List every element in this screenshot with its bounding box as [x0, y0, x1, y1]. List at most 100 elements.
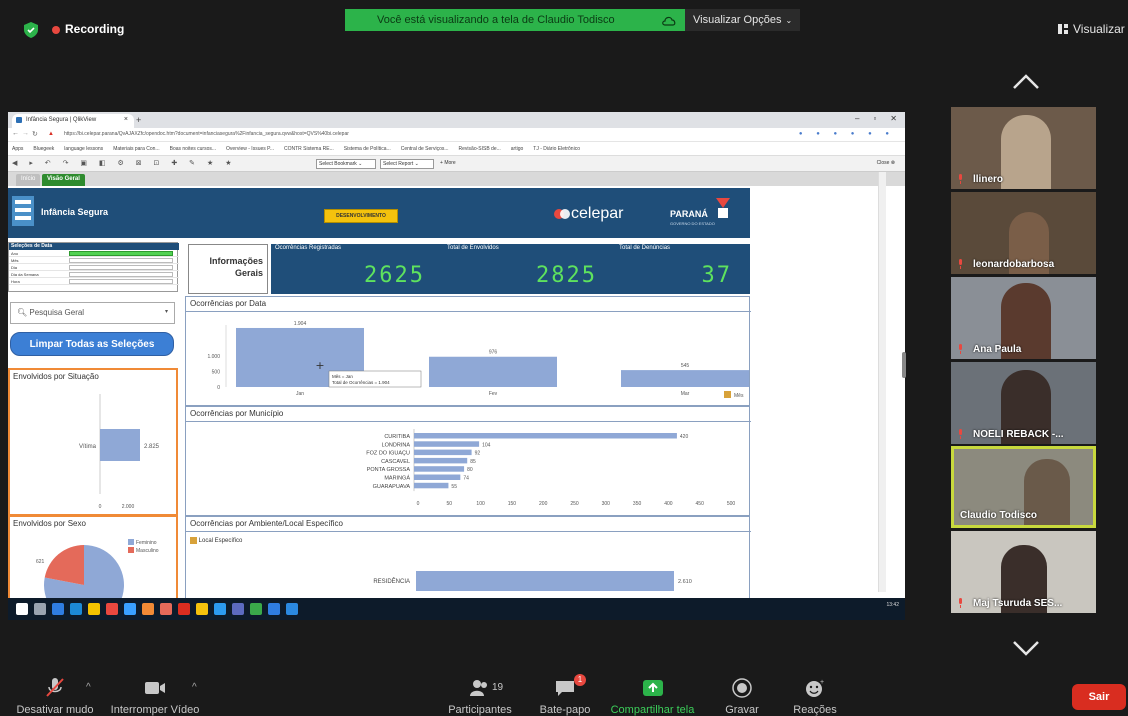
selection-cell[interactable] [69, 258, 173, 263]
stop-video-button[interactable]: Interromper Vídeo [105, 662, 205, 716]
reactions-button[interactable]: + Reações [785, 662, 845, 716]
taskbar-app-icon[interactable] [52, 603, 64, 615]
taskbar-app-icon[interactable] [196, 603, 208, 615]
data-label: 74 [463, 476, 469, 482]
selection-row[interactable]: Ano [9, 251, 179, 257]
bookmark-item[interactable]: Sistema de Política... [344, 146, 391, 152]
bookmark-item[interactable]: language lessons [64, 146, 103, 152]
bookmark-item[interactable]: Revisão-SISB de... [459, 146, 501, 152]
address-bar[interactable]: ← → ↻ ▲ https://bi.celepar.parana/QvAJAX… [8, 128, 905, 142]
participant-name: NOELI REBACK -... [973, 429, 1064, 440]
pane-resize-handle[interactable] [902, 352, 906, 378]
bookmark-item[interactable]: TJ - Diário Eletrônico [533, 146, 580, 152]
taskbar-app-icon[interactable] [88, 603, 100, 615]
tick-label: 200 [539, 501, 548, 507]
taskbar-app-icon[interactable] [250, 603, 262, 615]
video-tile[interactable]: leonardobarbosa [951, 192, 1096, 274]
bookmark-item[interactable]: Apps [12, 146, 23, 152]
chat-button[interactable]: 1 Bate-papo [530, 662, 600, 716]
forward-icon[interactable]: → [22, 130, 29, 137]
divider [186, 531, 751, 532]
new-tab-icon[interactable]: + [136, 115, 141, 125]
video-tile[interactable]: NOELI REBACK -... [951, 362, 1096, 444]
video-tile[interactable]: Ana Paula [951, 277, 1096, 359]
taskbar-app-icon[interactable] [268, 603, 280, 615]
clear-selections-button[interactable]: Limpar Todas as Seleções [10, 332, 174, 356]
video-tile[interactable]: llinero [951, 107, 1096, 189]
tab-visao-geral[interactable]: Visão Geral [42, 174, 85, 186]
taskbar-app-icon[interactable] [214, 603, 226, 615]
participant-name: Claudio Todisco [960, 510, 1038, 521]
scrollbar-vertical[interactable] [878, 172, 886, 592]
selection-cell[interactable] [69, 279, 173, 284]
taskbar-app-icon[interactable] [286, 603, 298, 615]
participants-button[interactable]: 19 Participantes [440, 662, 520, 716]
axis-dimension-label: Mês [734, 393, 744, 399]
bookmark-item[interactable]: Boas noites cursos... [170, 146, 216, 152]
minimize-icon[interactable]: – [855, 114, 859, 123]
video-tile-active-speaker[interactable]: Claudio Todisco [951, 446, 1096, 528]
record-button[interactable]: Gravar [712, 662, 772, 716]
bookmark-item[interactable]: Bluegeek [33, 146, 54, 152]
select-report-dropdown[interactable]: Select Report ⌄ [380, 159, 434, 169]
tab-inicio[interactable]: Início [16, 174, 41, 186]
selection-cell[interactable] [69, 265, 173, 270]
chevron-up-icon[interactable] [1012, 72, 1040, 90]
taskbar-app-icon[interactable] [124, 603, 136, 615]
back-icon[interactable]: ← [12, 130, 19, 137]
browser-tab[interactable]: Infância Segura | QlikView × [12, 114, 134, 128]
view-layout-button[interactable]: Visualizar [1058, 22, 1125, 36]
tick-label: 450 [696, 501, 705, 507]
maximize-icon[interactable]: ▫ [873, 114, 876, 123]
selection-row[interactable]: Dia da Semana [9, 272, 179, 278]
share-screen-button[interactable]: Compartilhar tela [605, 662, 700, 716]
tab-close-icon[interactable]: × [124, 116, 128, 123]
kpi-ocorrencias: Ocorrências Registradas 2625 [271, 244, 443, 294]
more-button[interactable]: + More [440, 160, 456, 166]
participants-label: Participantes [448, 704, 512, 716]
toolbar-icons[interactable]: ◀ ▸ ↶ ↷ ▣ ◧ ⚙ ⊠ ⊡ ✚ ✎ ★ ★ [12, 159, 236, 167]
chat-label: Bate-papo [539, 704, 591, 716]
bookmark-item[interactable]: artigo [511, 146, 524, 152]
bookmark-item[interactable]: Overview - Issues P... [226, 146, 274, 152]
taskbar-app-icon[interactable] [178, 603, 190, 615]
kpi-title: Total de Denúncias [619, 245, 671, 251]
selection-row[interactable]: Dia [9, 265, 179, 271]
selection-row[interactable]: Hora [9, 279, 179, 285]
taskbar-app-icon[interactable] [34, 603, 46, 615]
taskbar-app-icon[interactable] [106, 603, 118, 615]
view-options-button[interactable]: Visualizar Opções ⌄ [685, 9, 800, 31]
bookmark-item[interactable]: CONTR Sistema RE... [284, 146, 334, 152]
chevron-down-icon[interactable] [1012, 640, 1040, 658]
category-label: Vítima [79, 444, 97, 450]
selection-cell[interactable] [69, 251, 173, 256]
select-bookmark-dropdown[interactable]: Select Bookmark ⌄ [316, 159, 376, 169]
close-window-icon[interactable]: ✕ [890, 114, 897, 123]
windows-start-icon[interactable] [16, 603, 28, 615]
chevron-up-icon[interactable]: ^ [86, 682, 91, 693]
security-shield-icon[interactable] [24, 22, 38, 38]
bar [414, 482, 449, 489]
data-label: 976 [489, 350, 498, 356]
not-secure-icon[interactable]: ▲ [48, 131, 54, 137]
selection-cell[interactable] [69, 272, 173, 277]
drill-local-especifico[interactable]: Local Específico [190, 537, 242, 544]
search-input[interactable]: 🔍︎ Pesquisa Geral ▾ [10, 302, 175, 324]
chevron-up-icon[interactable]: ^ [192, 682, 197, 693]
reload-icon[interactable]: ↻ [32, 130, 38, 138]
tick-label: 2.000 [122, 504, 135, 510]
taskbar-app-icon[interactable] [142, 603, 154, 615]
close-doc-button[interactable]: Close ⊗ [877, 160, 895, 166]
bookmark-item[interactable]: Central de Serviços... [401, 146, 449, 152]
taskbar-app-icon[interactable] [160, 603, 172, 615]
leave-meeting-button[interactable]: Sair [1072, 684, 1126, 710]
dev-badge: DESENVOLVIMENTO [324, 209, 398, 223]
taskbar-app-icon[interactable] [232, 603, 244, 615]
envolvidos-situacao-panel: Envolvidos por Situação Vítima 2.825 0 2.00… [8, 368, 178, 516]
recording-label[interactable]: Recording [65, 22, 124, 36]
selection-row[interactable]: Mês [9, 258, 179, 264]
taskbar-app-icon[interactable] [70, 603, 82, 615]
video-tile[interactable]: Maj Tsuruda SES... [951, 531, 1096, 613]
extension-icons[interactable]: ● ● ● ● ● ● [799, 131, 895, 137]
bookmark-item[interactable]: Materiais para Con... [113, 146, 159, 152]
